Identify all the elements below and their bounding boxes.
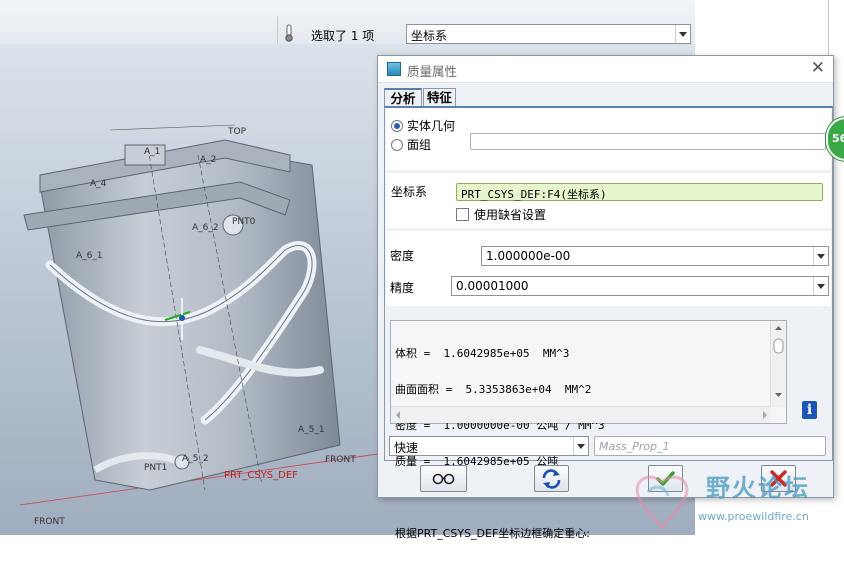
toolbar-separator <box>277 16 278 44</box>
density-input[interactable]: 1.000000e-00 <box>481 246 829 266</box>
mode-value: 快速 <box>394 441 419 455</box>
refresh-icon <box>542 469 561 489</box>
datum-top-line <box>109 124 236 131</box>
accuracy-input[interactable]: 0.00001000 <box>451 276 829 296</box>
label-a5-1: A_5_1 <box>298 425 325 435</box>
density-value: 1.000000e-00 <box>486 249 571 263</box>
label-a5-2: A_5_2 <box>182 454 209 464</box>
label-pnt1: PNT1 <box>144 463 167 473</box>
checkmark-icon <box>656 471 675 486</box>
chevron-down-icon[interactable] <box>675 25 690 43</box>
mass-properties-dialog: 质量属性 ✕ 分析 特征 实体几何 面组 坐标系 PRT_CSYS_DEF:F4… <box>377 55 834 540</box>
params-section: 密度 1.000000e-00 精度 0.00001000 <box>386 231 831 306</box>
cancel-button[interactable] <box>761 465 796 492</box>
mode-dropdown[interactable]: 快速 <box>389 436 589 456</box>
chevron-down-icon[interactable] <box>813 247 828 265</box>
label-front-right: FRONT <box>325 455 356 465</box>
preview-button[interactable] <box>420 465 467 492</box>
radio-solid-geometry[interactable] <box>391 120 403 132</box>
label-csys: 坐标系 <box>391 185 428 199</box>
result-surface-area: 曲面面积 = 5.3353863e+04 MM^2 <box>395 383 592 396</box>
label-a2: A_2 <box>200 155 216 165</box>
label-front-bottom: FRONT <box>34 517 65 527</box>
result-volume: 体积 = 1.6042985e+05 MM^3 <box>395 347 570 360</box>
result-blank <box>395 492 605 504</box>
label-a6-1: A_6_1 <box>76 251 103 261</box>
label-top: TOP <box>227 127 247 137</box>
scrollbar-arrows <box>773 326 784 397</box>
result-cog-heading: 根据PRT_CSYS_DEF坐标边框确定重心: <box>395 527 591 540</box>
hscroll-arrows <box>396 411 767 419</box>
csys-section: 坐标系 PRT_CSYS_DEF:F4(坐标系) 使用缺省设置 <box>386 173 831 228</box>
label-a6-2: A_6_2 <box>192 223 219 233</box>
chevron-down-icon[interactable] <box>573 437 588 455</box>
selection-count: 选取了 1 项 <box>311 29 375 43</box>
label-use-default: 使用缺省设置 <box>474 208 547 222</box>
close-icon[interactable]: ✕ <box>811 58 825 78</box>
radio-quilt[interactable] <box>391 139 403 151</box>
top-toolbar: 选取了 1 项 坐标系 <box>0 0 695 45</box>
results-textbox[interactable]: 体积 = 1.6042985e+05 MM^3 曲面面积 = 5.3353863… <box>390 320 787 540</box>
ok-button[interactable] <box>648 465 683 492</box>
dialog-title: 质量属性 <box>407 64 458 79</box>
thermometer-icon[interactable] <box>283 24 295 42</box>
label-csys: PRT_CSYS_DEF <box>224 470 298 481</box>
quilt-collector[interactable] <box>470 133 826 150</box>
use-default-checkbox[interactable] <box>456 208 469 221</box>
feature-name-placeholder: Mass_Prop_1 <box>599 440 670 453</box>
label-quilt: 面组 <box>407 138 432 152</box>
glasses-icon <box>432 473 455 485</box>
regenerate-button[interactable] <box>534 465 569 492</box>
dialog-titlebar[interactable]: 质量属性 ✕ <box>378 56 833 83</box>
geometry-section: 实体几何 面组 <box>386 108 831 170</box>
label-accuracy: 精度 <box>390 281 415 295</box>
selection-filter-value: 坐标系 <box>411 29 448 43</box>
csys-collector[interactable]: PRT_CSYS_DEF:F4(坐标系) <box>456 183 823 201</box>
info-icon[interactable]: i <box>802 401 817 419</box>
results-horizontal-scrollbar[interactable] <box>391 406 771 423</box>
cancel-x-icon <box>770 470 787 487</box>
csys-origin <box>179 315 185 321</box>
label-density: 密度 <box>390 249 415 263</box>
results-vertical-scrollbar[interactable] <box>770 321 786 407</box>
selection-filter-dropdown[interactable]: 坐标系 <box>406 24 691 44</box>
label-solid-geometry: 实体几何 <box>407 119 456 133</box>
label-a4: A_4 <box>90 179 107 189</box>
chevron-down-icon[interactable] <box>813 277 828 295</box>
accuracy-value: 0.00001000 <box>456 279 529 293</box>
feature-name-input[interactable]: Mass_Prop_1 <box>594 436 826 456</box>
app-icon <box>387 62 401 76</box>
label-pnt0: PNT0 <box>232 217 256 227</box>
tab-feature[interactable]: 特征 <box>423 88 456 106</box>
tab-analysis[interactable]: 分析 <box>384 88 422 106</box>
label-a1: A_1 <box>144 147 160 157</box>
